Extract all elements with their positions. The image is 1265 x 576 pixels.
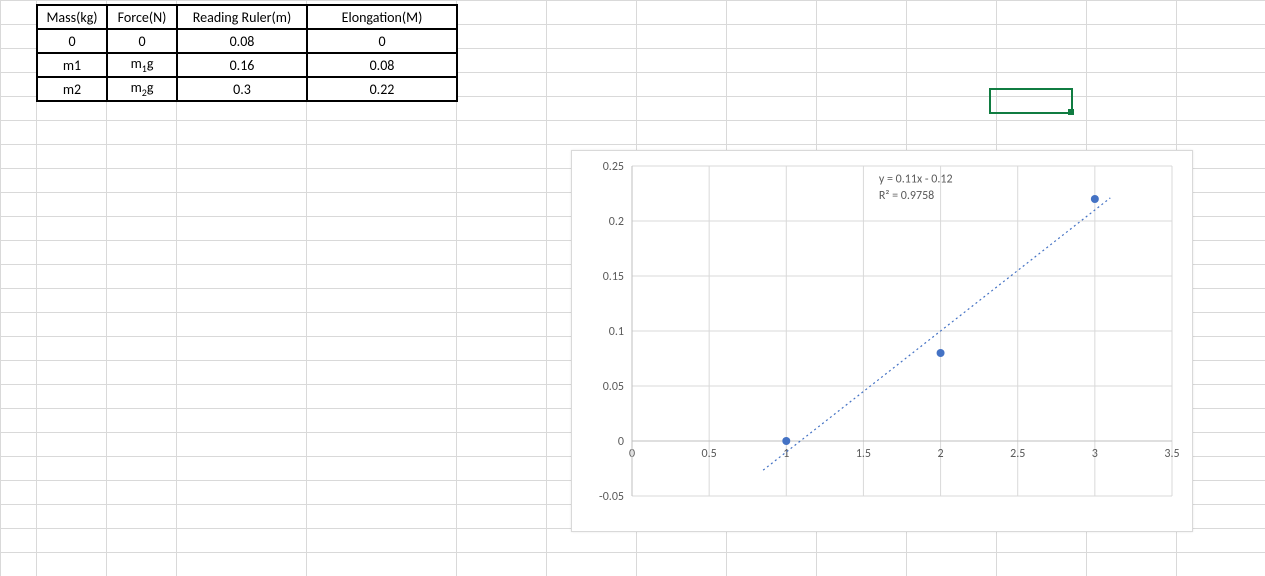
svg-text:0.05: 0.05 <box>603 380 624 394</box>
svg-text:3: 3 <box>1092 447 1098 461</box>
cell-force[interactable]: 0 <box>107 29 177 53</box>
svg-text:2: 2 <box>938 447 944 461</box>
spreadsheet-sheet: Mass(kg) Force(N) Reading Ruler(m) Elong… <box>0 0 1265 576</box>
col-force[interactable]: Force(N) <box>107 5 177 29</box>
svg-text:R² = 0.9758: R² = 0.9758 <box>879 189 934 203</box>
svg-text:0: 0 <box>618 435 624 449</box>
svg-text:0.5: 0.5 <box>702 447 717 461</box>
svg-text:0.25: 0.25 <box>603 160 624 174</box>
active-cell-cursor[interactable] <box>989 88 1073 114</box>
data-table[interactable]: Mass(kg) Force(N) Reading Ruler(m) Elong… <box>36 4 458 102</box>
cell-elong[interactable]: 0.22 <box>307 77 457 101</box>
table-row[interactable]: 0 0 0.08 0 <box>37 29 457 53</box>
table-header-row[interactable]: Mass(kg) Force(N) Reading Ruler(m) Elong… <box>37 5 457 29</box>
col-elongation[interactable]: Elongation(M) <box>307 5 457 29</box>
fill-handle[interactable] <box>1068 109 1074 115</box>
svg-text:y = 0.11x - 0.12: y = 0.11x - 0.12 <box>879 173 953 187</box>
svg-text:2.5: 2.5 <box>1010 447 1025 461</box>
col-mass[interactable]: Mass(kg) <box>37 5 107 29</box>
svg-text:1.5: 1.5 <box>856 447 871 461</box>
table-row[interactable]: m1 m1g 0.16 0.08 <box>37 53 457 77</box>
cell-ruler[interactable]: 0.08 <box>177 29 307 53</box>
svg-text:0.1: 0.1 <box>609 325 624 339</box>
cell-elong[interactable]: 0.08 <box>307 53 457 77</box>
table-row[interactable]: m2 m2g 0.3 0.22 <box>37 77 457 101</box>
cell-force[interactable]: m2g <box>107 77 177 101</box>
svg-text:-0.05: -0.05 <box>599 490 624 504</box>
cell-mass[interactable]: m1 <box>37 53 107 77</box>
scatter-chart[interactable]: -0.0500.050.10.150.20.2500.511.522.533.5… <box>571 150 1193 532</box>
cell-mass[interactable]: 0 <box>37 29 107 53</box>
svg-text:0.15: 0.15 <box>603 270 624 284</box>
cell-mass[interactable]: m2 <box>37 77 107 101</box>
col-ruler[interactable]: Reading Ruler(m) <box>177 5 307 29</box>
svg-text:0.2: 0.2 <box>609 215 624 229</box>
cell-elong[interactable]: 0 <box>307 29 457 53</box>
cell-ruler[interactable]: 0.3 <box>177 77 307 101</box>
svg-text:3.5: 3.5 <box>1164 447 1179 461</box>
cell-force[interactable]: m1g <box>107 53 177 77</box>
cell-ruler[interactable]: 0.16 <box>177 53 307 77</box>
chart-canvas: -0.0500.050.10.150.20.2500.511.522.533.5… <box>572 151 1192 531</box>
